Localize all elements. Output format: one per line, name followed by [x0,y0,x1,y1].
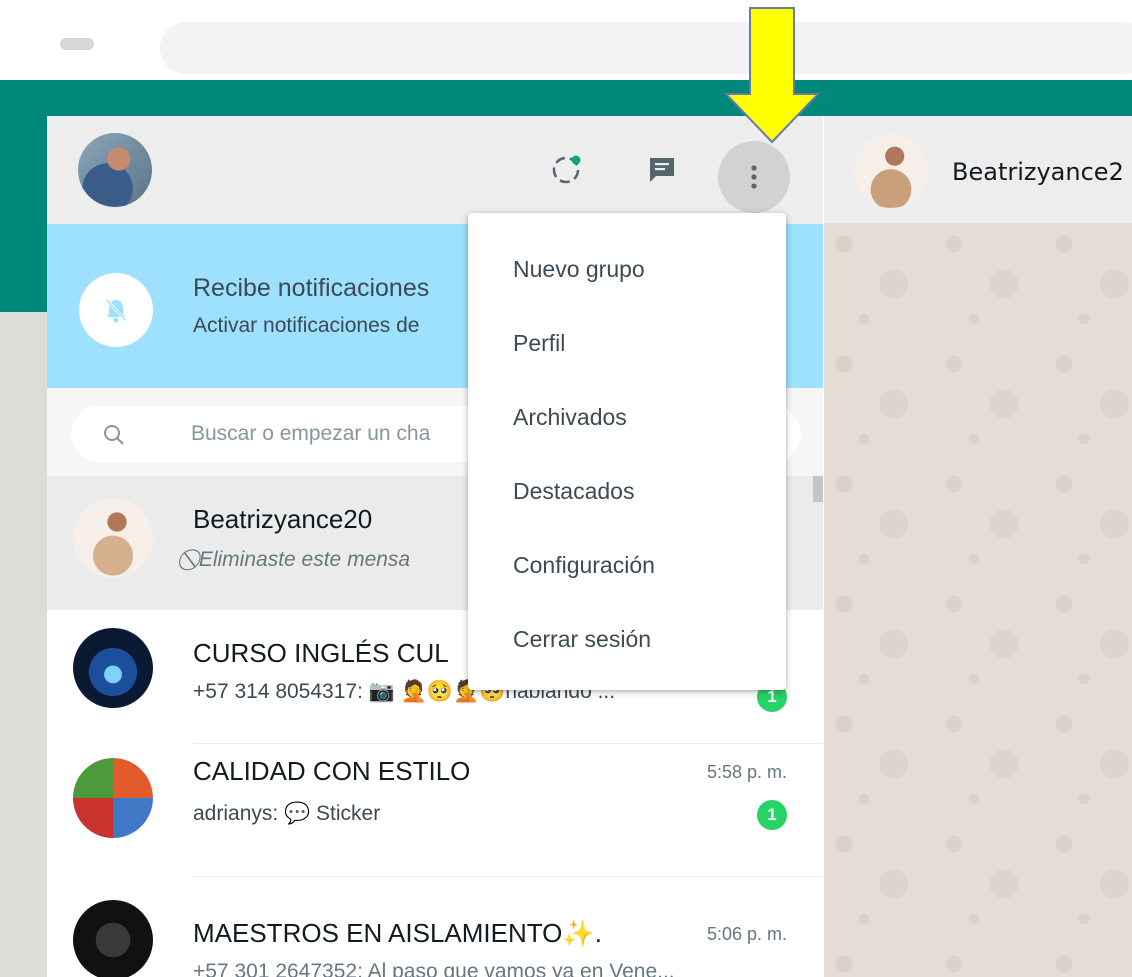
chat-avatar [73,498,153,578]
chat-avatar [73,628,153,708]
chat-time: 5:06 p. m. [706,924,787,944]
row-divider [193,876,823,877]
status-icon[interactable] [541,145,591,195]
chat-name: Beatrizyance20 [193,504,373,534]
notification-subtitle[interactable]: Activar notificaciones de [193,314,419,338]
menu-button[interactable] [718,141,790,213]
unread-badge: 1 [757,800,787,830]
menu-item-logout[interactable]: Cerrar sesión [468,602,786,676]
chat-message: +57 301 2647352: Al paso que vamos ya en… [193,960,675,977]
conversation-header[interactable]: Beatrizyance2 [824,116,1132,224]
chat-wallpaper [824,224,1132,977]
address-bar[interactable] [160,22,1132,74]
options-menu: Nuevo grupo Perfil Archivados Destacados… [468,213,786,690]
contact-name[interactable]: Beatrizyance2 [952,158,1124,186]
scrollbar-thumb[interactable] [813,476,823,502]
menu-item-archived[interactable]: Archivados [468,380,786,454]
chat-message-text: Eliminaste este mensa [198,548,411,571]
search-icon [103,424,125,451]
vertical-dots-icon [751,165,757,189]
yellow-arrow-annotation [723,7,821,144]
chat-avatar [73,900,153,977]
new-chat-icon[interactable] [637,145,687,195]
notification-title: Recibe notificaciones [193,274,430,302]
chat-name: CALIDAD CON ESTILO [193,756,471,786]
chat-name: CURSO INGLÉS CUL [193,638,449,668]
chat-time: 5:58 p. m. [706,762,787,782]
chat-name: MAESTROS EN AISLAMIENTO✨. [193,918,602,948]
left-header [47,116,823,224]
chat-message: ⃠ Eliminaste este mensa [193,548,410,572]
muted-bell-icon [79,273,153,347]
my-avatar[interactable] [78,133,152,207]
menu-item-settings[interactable]: Configuración [468,528,786,602]
contact-avatar[interactable] [854,134,928,208]
menu-item-new-group[interactable]: Nuevo grupo [468,232,786,306]
chat-row[interactable]: MAESTROS EN AISLAMIENTO✨. 5:06 p. m. +57… [47,878,823,977]
menu-item-profile[interactable]: Perfil [468,306,786,380]
menu-item-starred[interactable]: Destacados [468,454,786,528]
conversation-pane: Beatrizyance2 [824,116,1132,977]
chat-row[interactable]: CALIDAD CON ESTILO 5:58 p. m. adrianys: … [47,744,823,878]
browser-nav-icon[interactable] [60,38,94,50]
browser-chrome [0,0,1132,80]
chat-message: adrianys: 💬 Sticker [193,802,381,825]
chat-avatar [73,758,153,838]
